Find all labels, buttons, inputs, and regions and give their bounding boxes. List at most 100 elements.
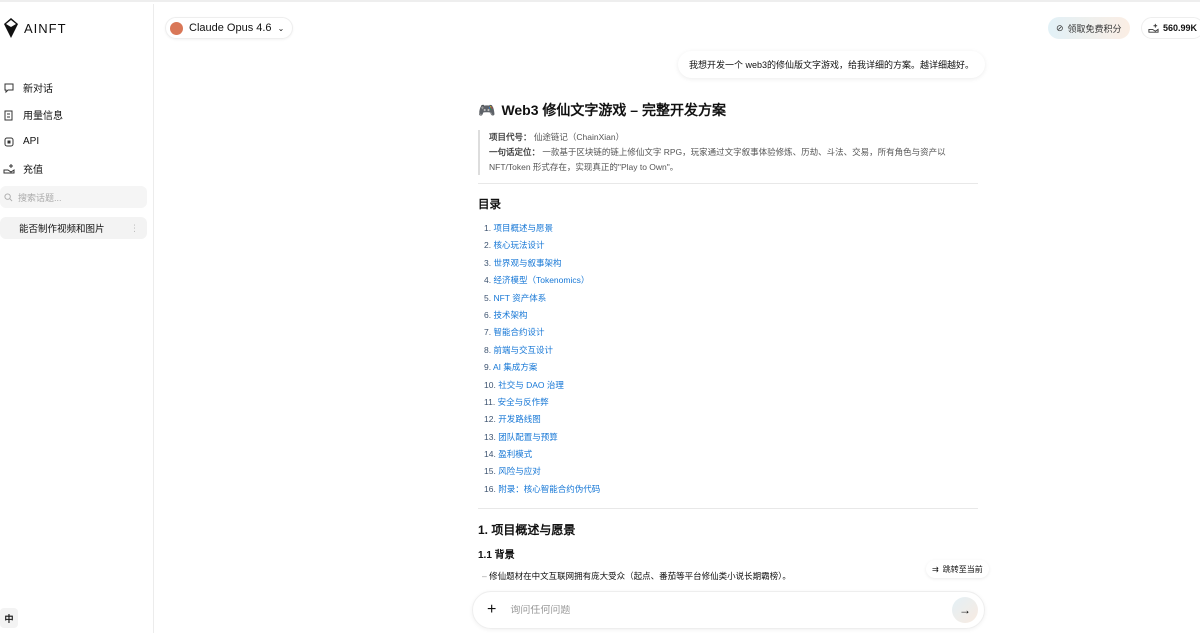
- toc-number: 1.: [484, 223, 492, 233]
- toc-number: 12.: [484, 414, 496, 425]
- subsection-heading: 1.1 背景: [478, 550, 515, 562]
- toc-link[interactable]: 安全与反作弊: [498, 397, 549, 407]
- list-item-text: 修仙题材在中文互联网拥有庞大受众（起点、番茄等平台修仙类小说长期霸榜）。: [489, 571, 791, 582]
- toc-number: 9.: [484, 362, 492, 373]
- toc-number: 2.: [484, 240, 492, 251]
- toc-number: 5.: [484, 292, 492, 303]
- toc-link[interactable]: 核心玩法设计: [493, 240, 544, 250]
- toc-link[interactable]: 世界观与叙事架构: [493, 258, 561, 268]
- toc-number: 10.: [484, 379, 496, 390]
- response-title-text: Web3 修仙文字游戏 – 完整开发方案: [501, 102, 726, 118]
- list-item: – 修仙题材在中文互联网拥有庞大受众（起点、番茄等平台修仙类小说长期霸榜）。: [482, 571, 791, 582]
- toc-number: 13.: [484, 431, 496, 442]
- toc-item[interactable]: 3. 世界观与叙事架构: [484, 255, 978, 272]
- project-summary-quote: 项目代号： 仙途链记（ChainXian） 一句话定位： 一款基于区块链的链上修…: [478, 130, 978, 175]
- toc-item[interactable]: 5. NFT 资产体系: [484, 290, 978, 307]
- sidebar-item-new-chat[interactable]: 新对话: [0, 74, 154, 101]
- toc-number: 4.: [484, 275, 492, 286]
- toc-link[interactable]: AI 集成方案: [493, 362, 537, 372]
- chat-icon: [4, 83, 14, 93]
- search-placeholder: 搜索话题...: [18, 192, 62, 203]
- search-topics-input[interactable]: 搜索话题...: [0, 186, 147, 208]
- logo[interactable]: AINFT: [4, 18, 67, 38]
- toc-item[interactable]: 12. 开发路线图: [484, 411, 978, 428]
- toc-number: 8.: [484, 344, 492, 355]
- logo-icon: [4, 18, 18, 38]
- toc-item[interactable]: 16. 附录：核心智能合约伪代码: [484, 481, 978, 498]
- jump-to-current-button[interactable]: ⇉ 跳转至当前: [926, 560, 989, 578]
- recharge-icon: [1148, 23, 1159, 33]
- toc-item[interactable]: 4. 经济模型（Tokenomics）: [484, 272, 978, 289]
- toc-link[interactable]: 开发路线图: [498, 414, 541, 424]
- search-icon: [4, 192, 13, 201]
- toc-item[interactable]: 13. 团队配置与预算: [484, 429, 978, 446]
- toc-link[interactable]: NFT 资产体系: [493, 293, 546, 303]
- chat-input[interactable]: [510, 604, 938, 616]
- chevron-down-icon: ⌄: [277, 23, 285, 33]
- toc-item[interactable]: 14. 盈利模式: [484, 446, 978, 463]
- toc-number: 7.: [484, 327, 492, 338]
- logo-text: AINFT: [24, 20, 67, 36]
- divider: [478, 183, 978, 184]
- claude-logo-icon: [170, 21, 183, 35]
- gamepad-icon: 🎮: [478, 101, 496, 118]
- send-button[interactable]: →: [952, 597, 978, 623]
- toc-number: 3.: [484, 257, 492, 268]
- assistant-message: 🎮 Web3 修仙文字游戏 – 完整开发方案 项目代号： 仙途链记（ChainXi…: [478, 100, 978, 582]
- toc-number: 11.: [484, 396, 496, 407]
- balance-button[interactable]: 560.99K: [1141, 17, 1200, 39]
- toc-item[interactable]: 15. 风险与应对: [484, 463, 978, 480]
- claim-points-label: 领取免费积分: [1067, 23, 1122, 34]
- jump-label: 跳转至当前: [942, 564, 983, 574]
- toc-number: 16.: [484, 483, 496, 494]
- toc-link[interactable]: 团队配置与预算: [498, 432, 558, 442]
- sidebar-item-label: 充值: [23, 165, 43, 176]
- toc-link[interactable]: 项目概述与愿景: [493, 223, 553, 233]
- toc-link[interactable]: 技术架构: [493, 310, 527, 320]
- toc-item[interactable]: 8. 前端与交互设计: [484, 342, 978, 359]
- toc-number: 14.: [484, 449, 496, 460]
- sidebar-item-label: 用量信息: [23, 111, 63, 122]
- more-options-icon[interactable]: ⋮: [130, 223, 139, 234]
- sidebar-item-recharge[interactable]: 充值: [0, 155, 154, 182]
- toc-heading: 目录: [478, 199, 501, 211]
- response-title: 🎮 Web3 修仙文字游戏 – 完整开发方案: [478, 100, 978, 120]
- toc-link[interactable]: 风险与应对: [498, 466, 541, 476]
- code-label: 项目代号：: [489, 132, 532, 142]
- language-toggle[interactable]: 中: [0, 608, 18, 628]
- toc-link[interactable]: 附录：核心智能合约伪代码: [498, 484, 600, 494]
- toc-number: 15.: [484, 466, 496, 477]
- conversation-item[interactable]: 能否制作视频和图片 ⋮: [0, 217, 147, 239]
- sidebar-item-usage[interactable]: 用量信息: [0, 101, 154, 128]
- jump-icon: ⇉: [932, 564, 939, 574]
- positioning-label: 一句话定位：: [489, 147, 541, 157]
- conversation-title: 能否制作视频和图片: [19, 224, 105, 235]
- sidebar-item-label: 新对话: [23, 84, 53, 95]
- code-value: 仙途链记（ChainXian）: [533, 132, 625, 142]
- toc-item[interactable]: 6. 技术架构: [484, 307, 978, 324]
- recharge-icon: [3, 163, 15, 173]
- toc-link[interactable]: 前端与交互设计: [493, 345, 553, 355]
- user-message: 我想开发一个 web3的修仙版文字游戏，给我详细的方案。越详细越好。: [677, 51, 985, 78]
- toc-link[interactable]: 盈利模式: [498, 449, 532, 459]
- plus-icon[interactable]: +: [487, 601, 496, 619]
- positioning-value: 一款基于区块链的链上修仙文字 RPG，玩家通过文字叙事体验修炼、历劫、斗法、交易…: [489, 147, 946, 172]
- model-name: Claude Opus 4.6: [189, 22, 272, 34]
- toc-item[interactable]: 11. 安全与反作弊: [484, 394, 978, 411]
- claim-points-button[interactable]: ⊘ 领取免费积分: [1048, 17, 1130, 39]
- divider: [478, 508, 978, 510]
- toc-item[interactable]: 9. AI 集成方案: [484, 359, 978, 376]
- toc-link[interactable]: 经济模型（Tokenomics）: [493, 275, 589, 285]
- usage-icon: [4, 110, 13, 120]
- toc-item[interactable]: 1. 项目概述与愿景: [484, 220, 978, 237]
- sidebar-item-api[interactable]: API: [0, 128, 154, 155]
- model-selector[interactable]: Claude Opus 4.6 ⌄: [165, 17, 294, 39]
- toc-item[interactable]: 2. 核心玩法设计: [484, 237, 978, 254]
- toc-item[interactable]: 10. 社交与 DAO 治理: [484, 377, 978, 394]
- toc-number: 6.: [484, 309, 492, 320]
- table-of-contents: 1. 项目概述与愿景 2. 核心玩法设计 3. 世界观与叙事架构 4. 经济模型（To…: [478, 220, 978, 498]
- toc-item[interactable]: 7. 智能合约设计: [484, 324, 978, 341]
- toc-link[interactable]: 社交与 DAO 治理: [498, 380, 564, 390]
- toc-link[interactable]: 智能合约设计: [493, 327, 544, 337]
- chat-input-bar: + →: [472, 591, 985, 629]
